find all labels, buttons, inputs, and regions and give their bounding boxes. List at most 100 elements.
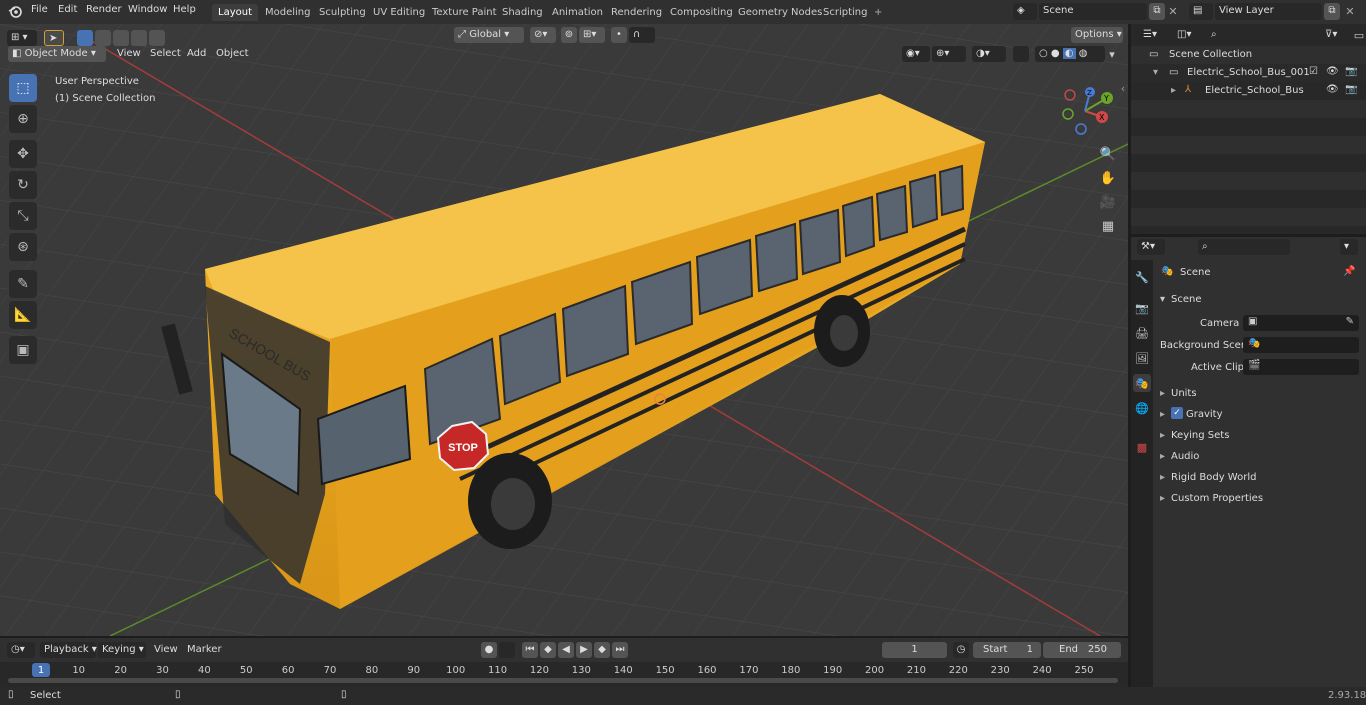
menu-render[interactable]: Render (86, 4, 122, 15)
output-tab-icon[interactable]: 🖨 (1133, 324, 1151, 342)
panel-chevron-icon[interactable]: ▾ (1160, 294, 1165, 305)
outliner-display-mode-icon[interactable]: ◫▾ (1173, 27, 1201, 43)
tool-measure-icon[interactable]: 📐 (9, 301, 37, 329)
background-scene-field[interactable]: 🎭 (1243, 337, 1359, 353)
outliner-filter-icon[interactable]: ⊽▾ (1321, 27, 1351, 43)
panel-chevron-icon[interactable]: ▸ (1160, 409, 1165, 420)
jump-end-icon[interactable]: ⏭ (612, 642, 628, 658)
tab-shading[interactable]: Shading (496, 4, 549, 21)
delete-scene-icon[interactable]: ✕ (1167, 5, 1179, 18)
new-view-layer-icon[interactable]: ⧉ (1324, 3, 1340, 20)
play-reverse-icon[interactable]: ◀ (558, 642, 574, 658)
keying-menu[interactable]: Keying ▾ (98, 642, 146, 658)
tab-uv-editing[interactable]: UV Editing (367, 4, 431, 21)
render-tab-icon[interactable]: 📷 (1133, 299, 1151, 317)
tab-texture-paint[interactable]: Texture Paint (426, 4, 503, 21)
units-panel[interactable]: Units (1171, 388, 1197, 399)
active-clip-field[interactable]: 🎬 (1243, 359, 1359, 375)
tool-cursor-icon[interactable]: ⊕ (9, 105, 37, 133)
audio-panel[interactable]: Audio (1171, 451, 1199, 462)
jump-start-icon[interactable]: ⏮ (522, 642, 538, 658)
ortho-toggle-icon[interactable]: ▦ (1097, 215, 1119, 237)
exclude-checkbox-icon[interactable]: ☑ (1309, 66, 1318, 77)
timeline-view-menu[interactable]: View (154, 644, 178, 655)
record-icon[interactable]: ● (481, 642, 497, 658)
outliner-search-input[interactable]: ⌕ (1207, 27, 1319, 43)
tool-transform-icon[interactable]: ⊛ (9, 233, 37, 261)
blender-logo-icon[interactable] (7, 4, 23, 20)
texture-tab-icon[interactable]: ▩ (1133, 438, 1151, 456)
world-tab-icon[interactable]: 🌐 (1133, 399, 1151, 417)
viewport-menu-add[interactable]: Add (187, 48, 206, 59)
panel-chevron-icon[interactable]: ▸ (1160, 451, 1165, 462)
tool-move-icon[interactable]: ✥ (9, 140, 37, 168)
menu-file[interactable]: File (31, 4, 48, 15)
tab-geometry-nodes[interactable]: Geometry Nodes (732, 4, 828, 21)
outliner-item-collection[interactable]: Electric_School_Bus_001 (1187, 67, 1310, 78)
tab-rendering[interactable]: Rendering (605, 4, 668, 21)
proportional-falloff-icon[interactable]: ∩ (629, 27, 655, 43)
select-mode-invert-icon[interactable] (131, 30, 147, 46)
gravity-checkbox[interactable]: ✓ (1171, 407, 1183, 419)
gizmo-toggle-icon[interactable]: ⊕▾ (932, 46, 966, 62)
eyedropper-icon[interactable]: ✎ (1346, 316, 1354, 327)
timeline-editor-type-icon[interactable]: ◷▾ (7, 642, 35, 658)
tool-add-cube-icon[interactable]: ▣ (9, 336, 37, 364)
snap-toggle-icon[interactable]: ⊚ (561, 27, 577, 43)
tool-annotate-icon[interactable]: ✎ (9, 270, 37, 298)
current-frame-field[interactable]: 1 (882, 642, 947, 658)
viewport-menu-object[interactable]: Object (216, 48, 249, 59)
auto-keying-options-icon[interactable] (499, 642, 515, 658)
outliner-scene-collection[interactable]: Scene Collection (1169, 49, 1252, 60)
tool-scale-icon[interactable]: ⤡ (9, 202, 37, 230)
select-tool-icon[interactable]: ➤ (44, 30, 64, 46)
timeline-scrollbar[interactable] (8, 678, 1118, 683)
editor-type-icon[interactable]: ⊞ ▾ (7, 30, 37, 46)
tab-modeling[interactable]: Modeling (259, 4, 317, 21)
properties-options-chevron-icon[interactable]: ▾ (1340, 239, 1358, 255)
jump-keyframe-forward-icon[interactable]: ◆ (594, 642, 610, 658)
tool-rotate-icon[interactable]: ↻ (9, 171, 37, 199)
timeline-marker-menu[interactable]: Marker (187, 644, 222, 655)
transform-orientation-dropdown[interactable]: ⤢ Global ▾ (454, 27, 524, 43)
mode-dropdown[interactable]: ◧ Object Mode ▾ (8, 46, 106, 62)
view-layer-selector-icon[interactable]: ▤ (1189, 3, 1213, 20)
properties-search-input[interactable]: ⌕ (1198, 239, 1290, 255)
playback-menu[interactable]: Playback ▾ (40, 642, 97, 658)
tab-animation[interactable]: Animation (546, 4, 609, 21)
tab-sculpting[interactable]: Sculpting (313, 4, 372, 21)
overlays-toggle-icon[interactable]: ◑▾ (972, 46, 1006, 62)
camera-view-icon[interactable]: 🎥 (1097, 191, 1119, 213)
start-frame-field[interactable]: Start 1 (973, 642, 1041, 658)
render-camera-icon[interactable]: 📷 (1345, 66, 1357, 77)
pin-icon[interactable]: 📌 (1343, 266, 1355, 277)
jump-keyframe-back-icon[interactable]: ◆ (540, 642, 556, 658)
scene-name-field[interactable]: Scene (1039, 3, 1147, 20)
render-camera-icon[interactable]: 📷 (1345, 84, 1357, 95)
panel-chevron-icon[interactable]: ▸ (1160, 493, 1165, 504)
rigid-body-world-panel[interactable]: Rigid Body World (1171, 472, 1256, 483)
gravity-panel[interactable]: Gravity (1186, 409, 1223, 420)
xray-toggle-icon[interactable] (1013, 46, 1029, 62)
custom-properties-panel[interactable]: Custom Properties (1171, 493, 1263, 504)
camera-field[interactable]: ▣ ✎ (1243, 315, 1359, 331)
new-scene-icon[interactable]: ⧉ (1149, 3, 1165, 20)
select-mode-subtract-icon[interactable] (113, 30, 129, 46)
options-dropdown[interactable]: Options ▾ (1071, 27, 1123, 43)
preview-range-icon[interactable]: ◷ (953, 642, 969, 658)
pan-view-icon[interactable]: ✋ (1097, 167, 1119, 189)
tool-select-box-icon[interactable]: ⬚ (9, 74, 37, 102)
viewport-menu-view[interactable]: View (117, 48, 141, 59)
expand-chevron-icon[interactable]: ▸ (1171, 85, 1176, 96)
visibility-selectable-icon[interactable]: ◉▾ (902, 46, 930, 62)
shading-mode-icons[interactable]: ○ ● ◐ ◍ (1035, 46, 1105, 62)
3d-viewport[interactable]: STOP SCHOOL BUS ⊞ ▾ ➤ ⤢ Global ▾ ⊘▾ ⊚ ⊞▾… (0, 24, 1128, 636)
sidebar-toggle-icon[interactable]: ‹ (1118, 82, 1128, 95)
tab-compositing[interactable]: Compositing (664, 4, 739, 21)
select-mode-intersect-icon[interactable] (149, 30, 165, 46)
zoom-view-icon[interactable]: 🔍 (1097, 143, 1119, 165)
tab-layout[interactable]: Layout (212, 4, 258, 21)
visibility-eye-icon[interactable]: 👁 (1326, 84, 1339, 95)
add-workspace-button[interactable]: + (868, 4, 888, 21)
view-layer-field[interactable]: View Layer (1215, 3, 1322, 20)
